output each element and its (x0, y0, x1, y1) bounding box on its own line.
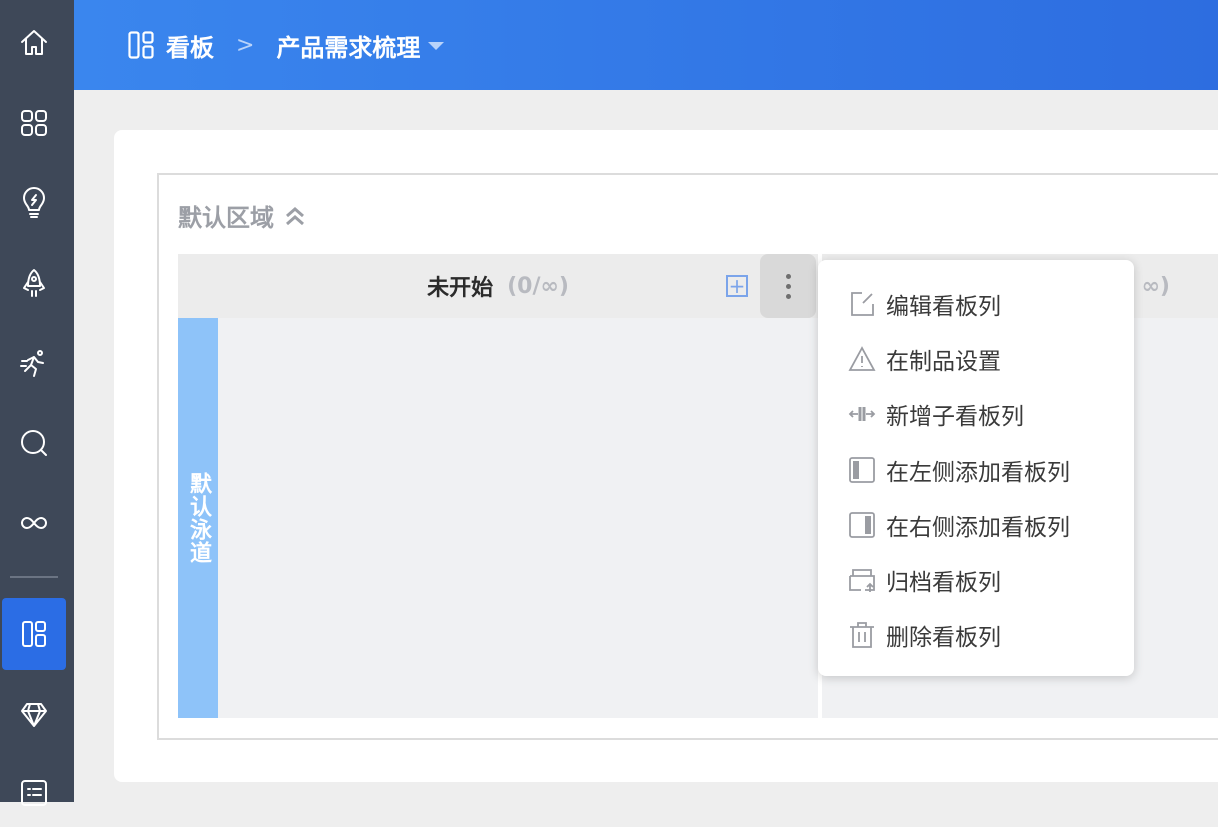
diamond-icon (21, 703, 47, 727)
chevron-right-icon: > (236, 32, 255, 58)
sidebar-divider (10, 576, 58, 578)
sidebar-item-product[interactable] (2, 679, 66, 751)
runner-icon (20, 350, 44, 377)
sidebar-item-apps[interactable] (2, 87, 66, 159)
trash-icon (850, 622, 874, 649)
edit-icon (851, 291, 874, 316)
column-body (218, 318, 818, 718)
sidebar-item-ideas[interactable] (2, 167, 66, 239)
sidebar-item-release[interactable] (2, 247, 66, 319)
rocket-icon (23, 269, 45, 297)
kanban-icon (22, 621, 46, 647)
add-card-button[interactable]: + (726, 275, 748, 297)
collapse-up-icon[interactable] (282, 203, 308, 229)
column-count: (0/∞) (507, 273, 569, 299)
breadcrumb-root[interactable]: 看板 (166, 28, 214, 63)
grid-icon (21, 110, 47, 136)
home-icon (21, 30, 47, 55)
sidebar-item-sprint[interactable] (2, 327, 66, 399)
sidebar-item-home[interactable] (2, 7, 66, 79)
menu-item-insert-left[interactable]: 在左侧添加看板列 (818, 442, 1134, 497)
menu-item-delete-column[interactable]: 删除看板列 (818, 608, 1134, 663)
column-more-button[interactable] (760, 254, 816, 318)
search-icon (21, 430, 47, 456)
breadcrumb-current[interactable]: 产品需求梳理 (276, 28, 420, 63)
menu-item-edit-column[interactable]: 编辑看板列 (818, 276, 1134, 331)
infinity-icon (21, 517, 47, 529)
column-header: 未开始 (0/∞) (178, 254, 818, 318)
sidebar-item-kanban[interactable] (2, 598, 66, 670)
split-column-icon (848, 407, 876, 422)
menu-item-insert-right[interactable]: 在右侧添加看板列 (818, 497, 1134, 552)
sidebar-item-search[interactable] (2, 407, 66, 479)
lightbulb-icon (23, 187, 45, 218)
column-count: ∞) (1141, 273, 1170, 299)
region-title: 默认区域 (178, 204, 274, 232)
swimlane-title: 默认泳道 (186, 472, 211, 564)
header-breadcrumb: 看板 > 产品需求梳理 (74, 0, 1218, 90)
menu-item-wip-settings[interactable]: 在制品设置 (818, 331, 1134, 386)
menu-item-add-subcolumn[interactable]: 新增子看板列 (818, 387, 1134, 442)
caret-down-icon[interactable] (428, 42, 445, 50)
sidebar (0, 0, 74, 806)
warning-icon (848, 346, 876, 371)
insert-right-icon (849, 511, 875, 538)
swimlane-header[interactable]: 默认泳道 (178, 318, 218, 718)
region-header[interactable]: 默认区域 (178, 198, 308, 233)
sidebar-item-devops[interactable] (2, 487, 66, 559)
insert-left-icon (849, 456, 875, 483)
column-title: 未开始 (427, 276, 494, 301)
archive-icon (849, 569, 875, 593)
kanban-icon (128, 31, 154, 59)
sidebar-item-list[interactable] (2, 755, 66, 827)
list-icon (21, 780, 47, 806)
menu-item-archive-column[interactable]: 归档看板列 (818, 552, 1134, 607)
column-context-menu: 编辑看板列 在制品设置 新增子看板列 在左侧添加看板列 在右侧添加看板列 归档看… (818, 260, 1134, 676)
